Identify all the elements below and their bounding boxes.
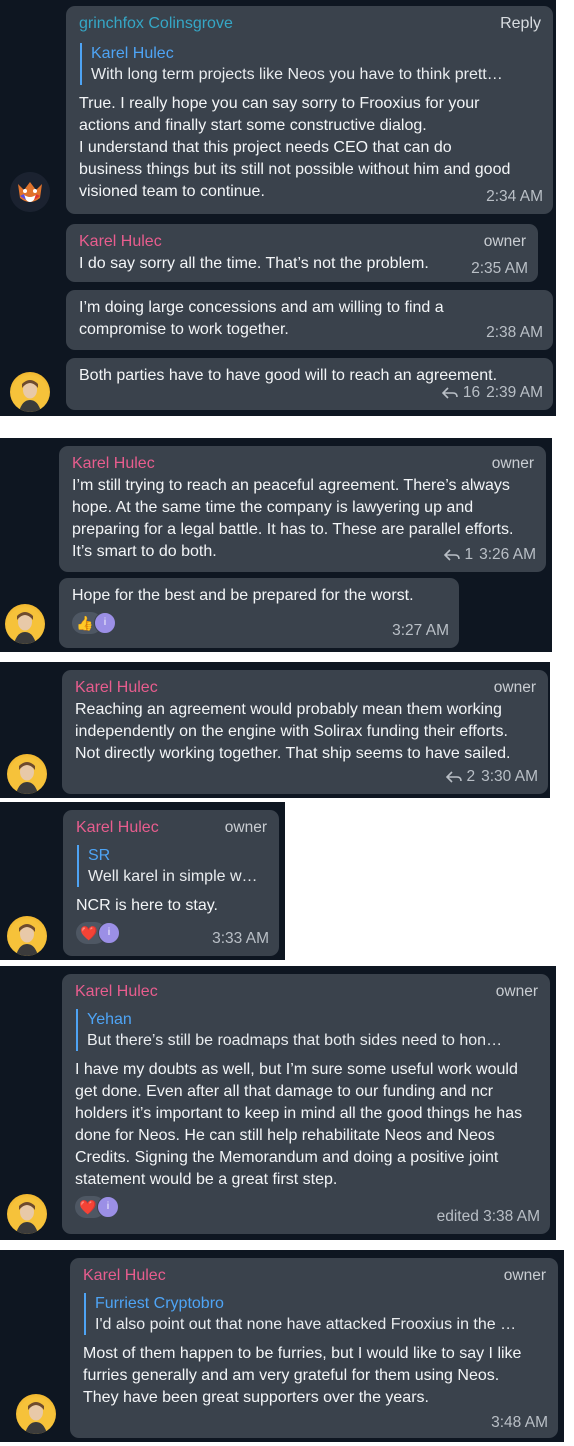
reply-arrow-icon [443,549,460,561]
quote-text: With long term projects like Neos you ha… [91,66,503,83]
message-time: 2:38 AM [486,324,543,341]
chat-panel-1: grinchfox Colinsgrove Reply Karel Hulec … [0,0,556,416]
message-time: 2:39 AM [486,384,543,401]
quote-author: Yehan [87,1011,132,1028]
chat-panel-6: Karel Hulec owner Furriest Cryptobro I'd… [0,1250,564,1442]
user-avatar[interactable] [7,1194,47,1234]
quote-text: Well karel in simple w… [88,868,258,885]
message-time: 3:33 AM [212,930,269,947]
message-text: Reaching an agreement would probably mea… [75,701,513,762]
reply-button[interactable]: Reply [500,13,541,35]
chat-panel-3: Karel Hulec owner Reaching an agreement … [0,662,550,798]
replies-count[interactable]: 1 [443,544,474,566]
owner-badge: owner [495,983,538,1000]
message-text: Hope for the best and be prepared for th… [72,587,414,604]
message-text: Most of them happen to be furries, but I… [83,1345,526,1406]
message-text: I do say sorry all the time. That’s not … [79,255,429,272]
message-bubble[interactable]: Karel Hulec owner I’m still trying to re… [59,446,546,572]
person-avatar-icon [19,380,41,412]
message-time: 3:27 AM [392,622,449,639]
user-avatar[interactable] [10,372,50,412]
fox-avatar-icon [10,172,50,212]
replies-number: 16 [462,384,481,401]
person-avatar-icon [16,1202,38,1234]
person-avatar-icon [16,762,38,794]
message-bubble[interactable]: Karel Hulec owner Furriest Cryptobro I'd… [70,1258,558,1438]
message-bubble[interactable]: Hope for the best and be prepared for th… [59,578,459,648]
quote-author: SR [88,847,111,864]
reactor-avatar-icon: i [98,922,120,944]
user-avatar[interactable] [16,1394,56,1434]
replies-number: 1 [464,546,474,563]
replies-count[interactable]: 2 [445,766,476,788]
message-time: 3:48 AM [491,1414,548,1431]
person-avatar-icon [16,924,38,956]
chat-panel-4: Karel Hulec owner SR Well karel in simpl… [0,802,285,960]
message-text: NCR is here to stay. [76,897,218,914]
quoted-message[interactable]: Furriest Cryptobro I'd also point out th… [84,1293,546,1335]
message-bubble[interactable]: Karel Hulec owner Yehan But there’s stil… [62,974,550,1234]
message-time: edited 3:38 AM [436,1208,540,1225]
message-bubble[interactable]: grinchfox Colinsgrove Reply Karel Hulec … [66,6,553,214]
reply-arrow-icon [445,771,462,783]
message-text: I have my doubts as well, but I’m sure s… [75,1061,527,1188]
owner-badge: owner [224,819,267,836]
reactions-row[interactable]: 👍 i [72,612,447,634]
quoted-message[interactable]: Karel Hulec With long term projects like… [80,43,541,85]
user-avatar[interactable] [10,172,50,212]
reactor-avatar-icon: i [97,1196,119,1218]
chat-panel-2: Karel Hulec owner I’m still trying to re… [0,438,552,652]
owner-badge: owner [503,1267,546,1284]
user-avatar[interactable] [5,604,45,644]
quoted-message[interactable]: SR Well karel in simple w… [77,845,267,887]
quote-author: Karel Hulec [91,45,174,62]
message-time: 2:35 AM [471,260,528,277]
author-name[interactable]: grinchfox Colinsgrove [79,13,233,35]
author-name[interactable]: Karel Hulec [79,231,162,253]
message-text: True. I really hope you can say sorry to… [79,95,511,200]
message-time: 3:26 AM [479,546,536,563]
message-bubble[interactable]: Karel Hulec owner SR Well karel in simpl… [63,810,279,956]
replies-number: 2 [466,768,476,785]
author-name[interactable]: Karel Hulec [76,817,159,839]
thumbs-up-icon: 👍 [76,615,94,631]
owner-badge: owner [483,233,526,250]
message-bubble[interactable]: Karel Hulec owner I do say sorry all the… [66,224,538,282]
chat-panel-5: Karel Hulec owner Yehan But there’s stil… [0,966,556,1240]
reply-arrow-icon [441,387,458,399]
message-time: 3:30 AM [481,768,538,785]
user-avatar[interactable] [7,916,47,956]
quoted-message[interactable]: Yehan But there’s still be roadmaps that… [76,1009,538,1051]
quote-text: I'd also point out that none have attack… [95,1316,517,1333]
reactor-avatar-icon: i [94,612,116,634]
owner-badge: owner [493,679,536,696]
heart-icon: ❤️ [79,1199,97,1215]
author-name[interactable]: Karel Hulec [83,1265,166,1287]
message-time: 2:34 AM [486,188,543,205]
message-text: I’m doing large concessions and am willi… [79,299,449,338]
author-name[interactable]: Karel Hulec [72,453,155,475]
replies-count[interactable]: 16 [441,382,481,404]
message-bubble[interactable]: I’m doing large concessions and am willi… [66,290,553,350]
message-bubble[interactable]: Both parties have to have good will to r… [66,358,553,410]
person-avatar-icon [25,1402,47,1434]
author-name[interactable]: Karel Hulec [75,677,158,699]
quote-text: But there’s still be roadmaps that both … [87,1032,503,1049]
heart-icon: ❤️ [80,925,98,941]
person-avatar-icon [14,612,36,644]
user-avatar[interactable] [7,754,47,794]
message-bubble[interactable]: Karel Hulec owner Reaching an agreement … [62,670,548,794]
author-name[interactable]: Karel Hulec [75,981,158,1003]
owner-badge: owner [491,455,534,472]
quote-author: Furriest Cryptobro [95,1295,224,1312]
